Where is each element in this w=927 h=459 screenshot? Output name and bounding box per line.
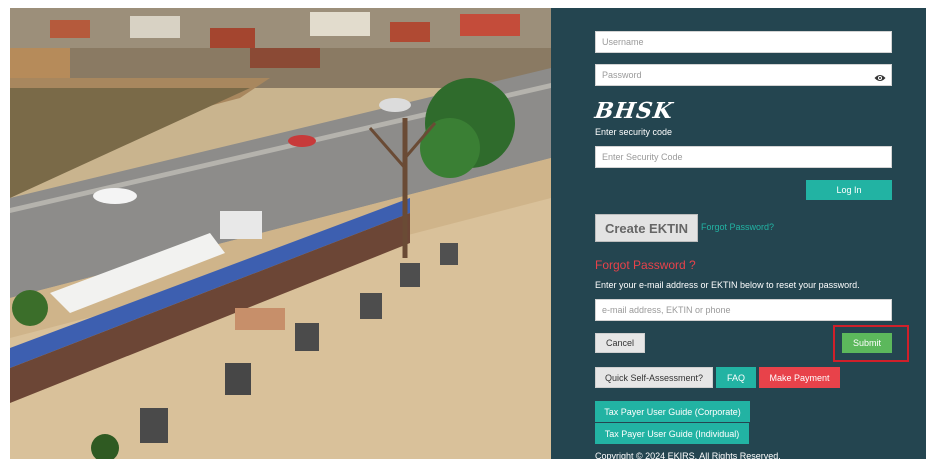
reset-instruction: Enter your e-mail address or EKTIN below… <box>595 280 860 290</box>
captcha-image: BHSK <box>593 98 676 124</box>
faq-button[interactable]: FAQ <box>716 367 756 388</box>
reset-identifier-input[interactable] <box>595 299 892 321</box>
username-input[interactable] <box>595 31 892 53</box>
guide-individual-button[interactable]: Tax Payer User Guide (Individual) <box>595 423 749 444</box>
security-code-label: Enter security code <box>595 127 673 137</box>
login-panel: BHSK Enter security code Log In Create E… <box>551 8 926 459</box>
make-payment-button[interactable]: Make Payment <box>759 367 840 388</box>
security-code-input[interactable] <box>595 146 892 168</box>
forgot-password-link[interactable]: Forgot Password? <box>701 222 774 232</box>
guide-corporate-button[interactable]: Tax Payer User Guide (Corporate) <box>595 401 750 422</box>
forgot-password-heading: Forgot Password ? <box>595 258 696 272</box>
password-input[interactable] <box>595 64 892 86</box>
quick-self-assessment-button[interactable]: Quick Self-Assessment? <box>595 367 713 388</box>
create-ektin-button[interactable]: Create EKTIN <box>595 214 698 242</box>
submit-highlight-box <box>833 325 909 362</box>
cancel-button[interactable]: Cancel <box>595 333 645 353</box>
eye-icon[interactable] <box>874 70 886 81</box>
hero-photo <box>10 8 551 459</box>
login-button[interactable]: Log In <box>806 180 892 200</box>
copyright-text: Copyright © 2024 EKIRS. All Rights Reser… <box>595 451 781 459</box>
